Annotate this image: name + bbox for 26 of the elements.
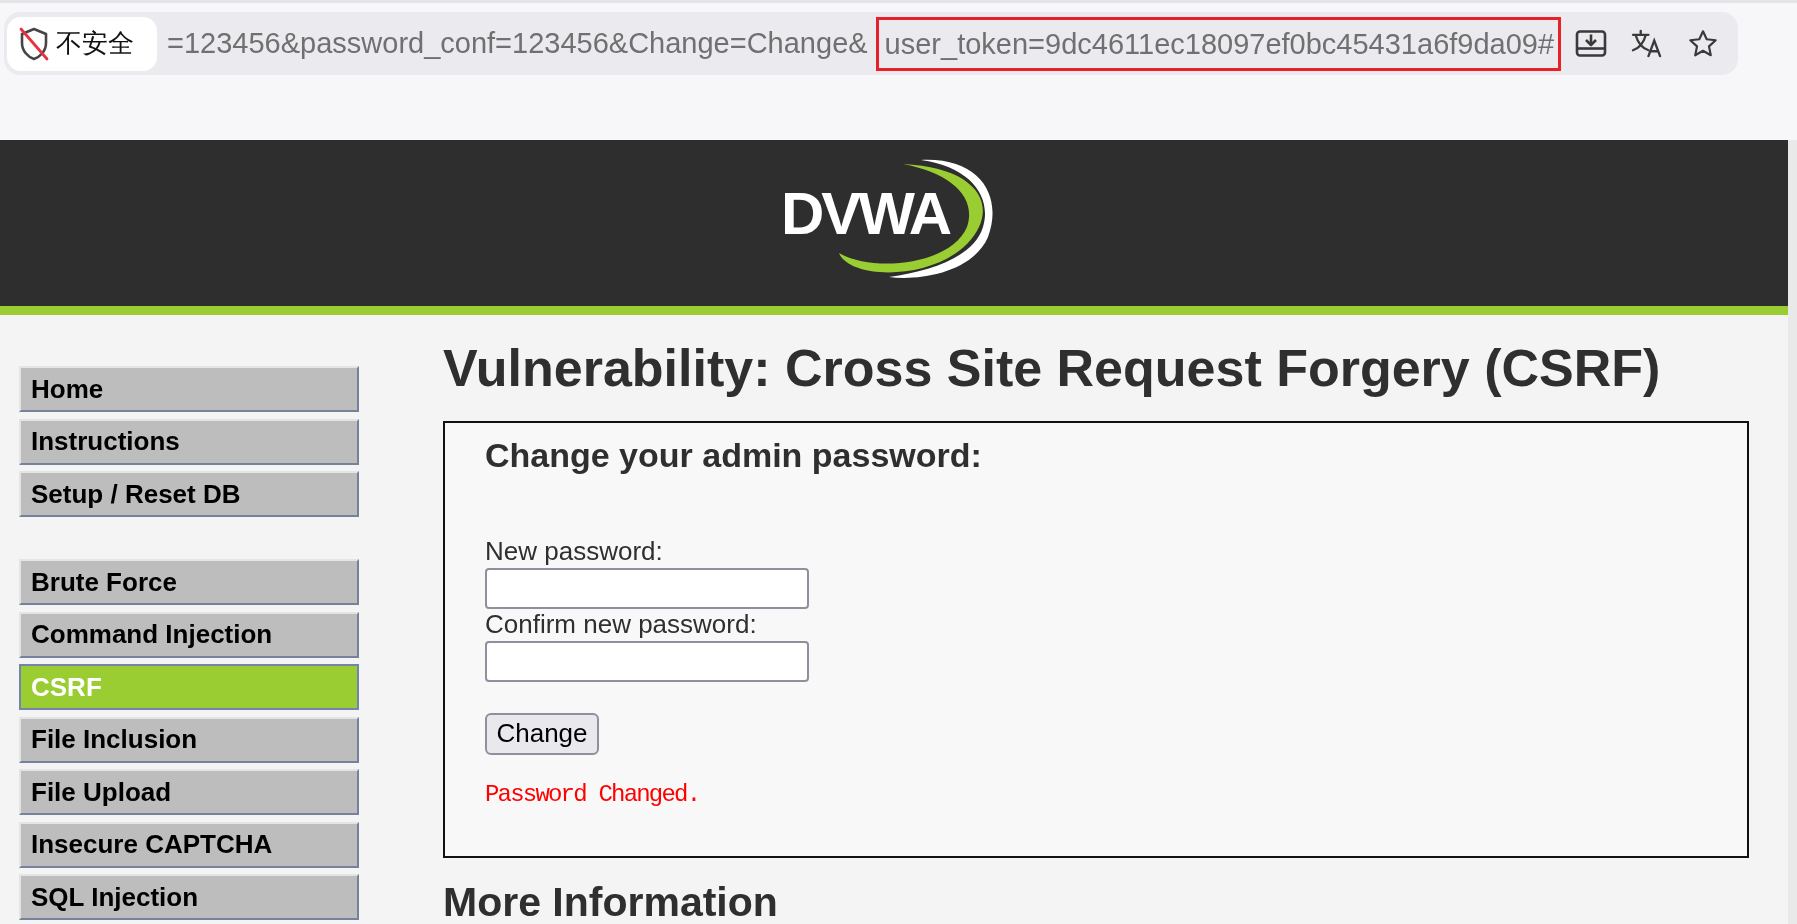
url-text: =123456&password_conf=123456&Change=Change& xyxy=(167,27,868,60)
translate-icon[interactable] xyxy=(1631,29,1664,58)
sidebar-item[interactable]: Instructions xyxy=(19,418,359,465)
status-message: Password Changed. xyxy=(485,780,701,810)
sidebar-item[interactable]: File Inclusion xyxy=(19,716,359,763)
field-label: New password: xyxy=(485,537,663,568)
sidebar-item[interactable]: Home xyxy=(19,366,359,412)
change-button[interactable]: Change xyxy=(485,712,599,755)
shield-slash-icon xyxy=(18,25,50,62)
sidebar-item[interactable]: SQL Injection xyxy=(19,874,359,920)
password-field[interactable] xyxy=(485,640,809,682)
sidebar-item[interactable]: File Upload xyxy=(19,769,359,815)
sidebar-item[interactable]: Brute Force xyxy=(19,559,359,605)
security-button[interactable]: 不安全 xyxy=(7,16,157,71)
sidebar-item[interactable]: Insecure CAPTCHA xyxy=(19,821,359,868)
password-field[interactable] xyxy=(485,568,809,610)
section-heading: More Information xyxy=(443,881,779,923)
sidebar-item[interactable]: Setup / Reset DB xyxy=(19,471,359,517)
star-icon[interactable] xyxy=(1687,29,1720,58)
field-label: Confirm new password: xyxy=(485,610,757,640)
download-icon[interactable] xyxy=(1575,29,1608,58)
highlighted-url-text: user_token=9dc4611ec18097ef0bc45431a6f9da09# xyxy=(875,16,1562,71)
address-bar[interactable]: 不安全 =123456&password_conf=123456&Change=Change& user_token=9dc4611ec18097ef0bc45431a6f9da09# xyxy=(4,12,1738,75)
form-heading: Change your admin password: xyxy=(485,435,983,477)
page-title: Vulnerability: Cross Site Request Forgery (CSRF) xyxy=(443,338,1662,399)
sidebar-item[interactable]: Command Injection xyxy=(19,611,359,658)
